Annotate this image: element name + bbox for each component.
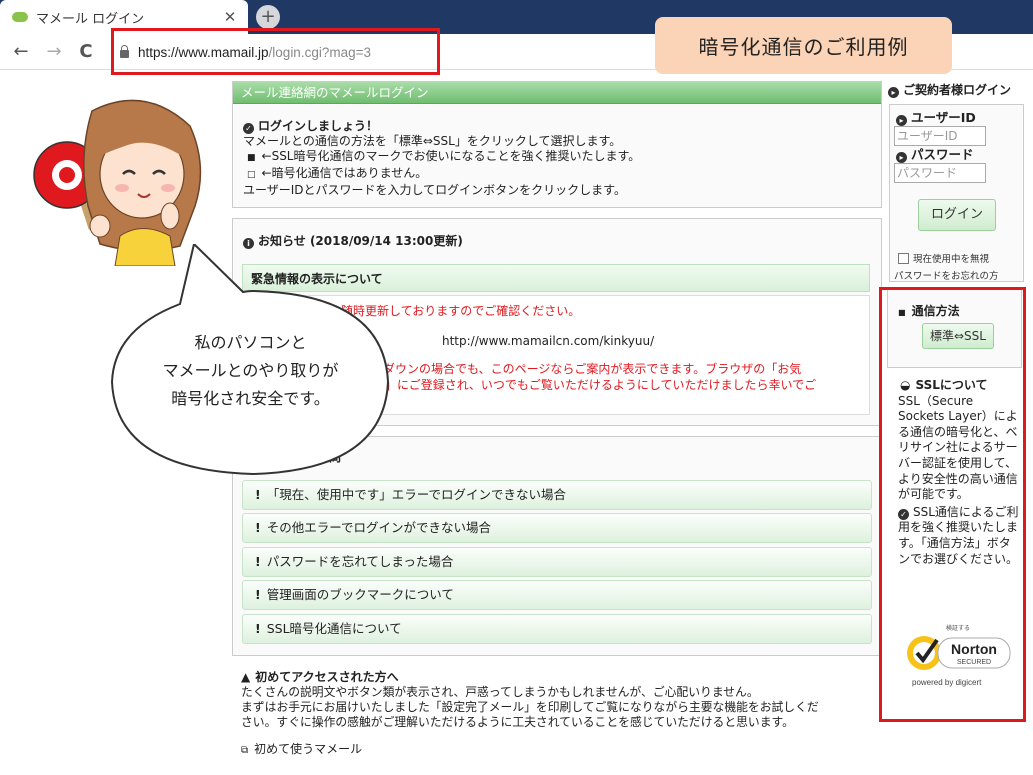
encryption-example-callout: 暗号化通信のご利用例 (655, 17, 952, 74)
intro-line: マメールとの通信の方法を「標準⇔SSL」をクリックして選択します。 (243, 134, 622, 148)
first-use-link[interactable]: ⧉ 初めて使うマメール (241, 742, 881, 758)
close-tab-icon[interactable]: ✕ (218, 8, 242, 26)
login-form: ▸ ユーザーID ユーザーID ▸ パスワード パスワード ログイン 現在使用中を無… (889, 104, 1024, 282)
character-illustration (33, 99, 202, 266)
intro-nossl-row: □ ←暗号化通信ではありません。 (243, 166, 881, 183)
first-access-text: さい。すぐに操作の感触がご理解いただけるように工夫されていることを感じていただけ… (241, 715, 794, 729)
warning-icon: ▲ (241, 670, 251, 684)
exclamation-icon: ! (255, 520, 261, 535)
faq-item[interactable]: ! パスワードを忘れてしまった場合 (242, 547, 872, 577)
sidebar-title: ご契約者様ログイン (903, 83, 1012, 97)
bubble-line: マメールとのやり取りが (162, 361, 339, 380)
faq-item-label: SSL暗号化通信について (266, 621, 402, 636)
password-label: パスワード (911, 147, 974, 162)
faq-item-label: パスワードを忘れてしまった場合 (266, 554, 454, 569)
sidebar-title-row: ▸ ご契約者様ログイン (888, 81, 1011, 98)
back-button[interactable]: ← (10, 41, 32, 62)
bubble-line: 暗号化され安全です。 (171, 389, 330, 408)
reload-button[interactable]: C (75, 41, 97, 62)
ignore-in-use-checkbox[interactable] (898, 253, 909, 264)
forward-button[interactable]: → (43, 41, 65, 62)
lock-open-icon: □ (247, 170, 256, 180)
arrow-circle-icon: ▸ (896, 152, 907, 163)
ignore-in-use-row[interactable]: 現在使用中を無視 (898, 251, 989, 265)
news-notice: 」にご登録され、いつでもご覧いただけるようにしていただけましたら幸いでご (385, 378, 817, 392)
first-use-link-label: 初めて使うマメール (254, 742, 363, 756)
userid-label-row: ▸ ユーザーID (896, 110, 976, 126)
arrow-circle-icon: ▸ (896, 115, 907, 126)
intro-line: ←暗号化通信ではありません。 (261, 166, 428, 180)
lock-closed-icon: ■ (247, 153, 256, 163)
login-button[interactable]: ログイン (918, 199, 996, 231)
tab-title: マメール ログイン (36, 11, 145, 27)
check-icon: ✓ (243, 123, 254, 134)
faq-item-label: 「現在、使用中です」エラーでログインできない場合 (266, 487, 566, 502)
exclamation-icon: ! (255, 554, 261, 569)
first-access-title-row: ▲ 初めてアクセスされた方へ (241, 670, 881, 685)
site-favicon-icon (12, 12, 28, 22)
intro-line: ←SSL暗号化通信のマークでお使いになることを強く推奨いたします。 (261, 149, 641, 163)
intro-title: ログインしましょう！ (258, 119, 379, 133)
news-url-link[interactable]: http://www.mamailcn.com/kinkyuu/ (442, 334, 654, 349)
exclamation-icon: ! (255, 487, 261, 502)
arrow-circle-icon: ▸ (888, 87, 899, 98)
userid-label: ユーザーID (911, 110, 976, 125)
new-tab-button[interactable]: + (256, 5, 280, 29)
news-notice: ーダウンの場合でも、このページならご案内が表示できます。ブラウザの「お気 (371, 362, 802, 376)
external-link-icon: ⧉ (241, 745, 249, 756)
userid-input[interactable]: ユーザーID (894, 126, 986, 146)
faq-item-label: 管理画面のブックマークについて (266, 587, 454, 602)
bubble-line: 私のパソコンと (194, 333, 307, 352)
exclamation-icon: ! (255, 621, 261, 636)
faq-item[interactable]: ! 「現在、使用中です」エラーでログインできない場合 (242, 480, 872, 510)
first-access-title: 初めてアクセスされた方へ (255, 670, 399, 684)
url-highlight-frame (111, 28, 440, 75)
intro-ssl-row: ■ ←SSL暗号化通信のマークでお使いになることを強く推奨いたします。 (243, 149, 881, 166)
faq-item[interactable]: ! その他エラーでログインができない場合 (242, 513, 872, 543)
password-label-row: ▸ パスワード (896, 147, 974, 163)
exclamation-icon: ! (255, 587, 261, 602)
forgot-password-link[interactable]: パスワードをお忘れの方 (894, 268, 999, 282)
bubble-text: 私のパソコンと マメールとのやり取りが 暗号化され安全です。 (108, 329, 393, 413)
intro-line: ユーザーIDとパスワードを入力してログインボタンをクリックします。 (243, 183, 626, 197)
password-input[interactable]: パスワード (894, 163, 986, 183)
speech-bubble: 私のパソコンと マメールとのやり取りが 暗号化され安全です。 (108, 244, 393, 478)
ignore-in-use-label: 現在使用中を無視 (913, 254, 990, 265)
faq-item-label: その他エラーでログインができない場合 (266, 520, 491, 535)
first-access-section: ▲ 初めてアクセスされた方へ たくさんの説明文やボタン類が表示され、戸惑ってしまう… (241, 670, 881, 758)
first-access-text: まずはお手元にお届けいたしました「設定完了メール」を印刷してご覧になりながら主要… (241, 700, 819, 714)
sidebar-highlight-frame (879, 287, 1026, 722)
first-access-text: たくさんの説明文やボタン類が表示され、戸惑ってしまうかもしれませんが、ご心配いり… (241, 685, 759, 699)
login-intro-panel: メール連絡網のマメールログイン ✓ ログインしましょう！ マメールとの通信の方法を… (232, 81, 882, 208)
faq-item[interactable]: ! SSL暗号化通信について (242, 614, 872, 644)
page-header: メール連絡網のマメールログイン (233, 82, 881, 104)
faq-item[interactable]: ! 管理画面のブックマークについて (242, 580, 872, 610)
intro-title-row: ✓ ログインしましょう！ (243, 119, 881, 134)
